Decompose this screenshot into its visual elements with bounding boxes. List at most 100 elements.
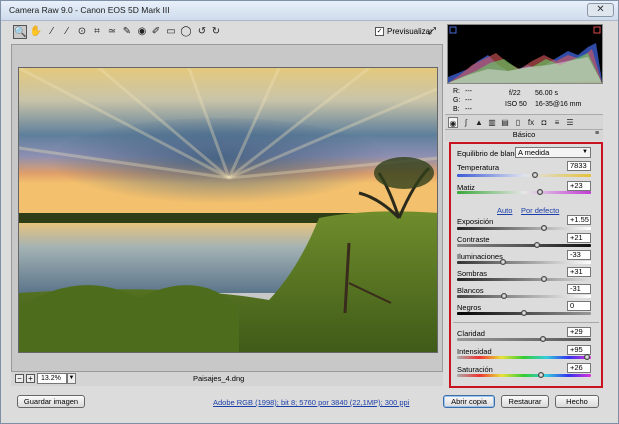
camera-raw-window: Camera Raw 9.0 - Canon EOS 5D Mark III ✕…: [0, 0, 619, 424]
preview-checkbox[interactable]: ✓: [375, 27, 384, 36]
fullscreen-icon[interactable]: ⤢: [425, 25, 439, 39]
highlights-label: Iluminaciones: [457, 252, 503, 261]
saturation-slider[interactable]: [457, 372, 591, 378]
zoom-level-field[interactable]: 13.2%: [37, 373, 67, 384]
radial-filter-icon[interactable]: ◯: [179, 25, 193, 39]
histogram: [447, 24, 603, 84]
panel-tabs: ◉ ∫ ▲ ▥ ▤ ▯ fx ◘ ≡ ☰: [445, 114, 603, 130]
exposure-field[interactable]: +1.55: [567, 215, 591, 225]
lens-value: 16-35@16 mm: [535, 101, 582, 108]
tab-presets-icon[interactable]: ≡: [552, 117, 562, 128]
default-link[interactable]: Por defecto: [521, 206, 559, 215]
whites-field[interactable]: -31: [567, 284, 591, 294]
targeted-adjustment-icon[interactable]: ⊙: [75, 25, 89, 39]
zoom-bar: − + 13.2% ▼ Paisajes_4.dng: [11, 372, 443, 386]
temperature-field[interactable]: 7833: [567, 161, 591, 171]
tab-hsl-icon[interactable]: ▥: [487, 117, 497, 128]
shutter-value: 56.00 s: [535, 90, 558, 97]
contrast-slider[interactable]: [457, 242, 591, 248]
tab-detail-icon[interactable]: ▲: [474, 117, 484, 128]
white-balance-select[interactable]: A medida ▼: [515, 147, 591, 158]
panel-menu-icon[interactable]: ≡: [595, 130, 601, 137]
tint-field[interactable]: +23: [567, 181, 591, 191]
r-label: R:: [453, 88, 460, 95]
auto-link[interactable]: Auto: [497, 206, 512, 215]
g-value: ---: [465, 97, 472, 104]
contrast-field[interactable]: +21: [567, 233, 591, 243]
clarity-field[interactable]: +29: [567, 327, 591, 337]
highlights-field[interactable]: -33: [567, 250, 591, 260]
temperature-label: Temperatura: [457, 163, 500, 172]
tab-split-toning-icon[interactable]: ▤: [500, 117, 510, 128]
temperature-slider[interactable]: [457, 172, 591, 178]
shadows-field[interactable]: +31: [567, 267, 591, 277]
rotate-left-icon[interactable]: ↺: [195, 25, 209, 39]
landscape-photo[interactable]: [18, 67, 438, 353]
tab-lens-corrections-icon[interactable]: ▯: [513, 117, 523, 128]
clarity-slider[interactable]: [457, 336, 591, 342]
aperture-value: f/22: [509, 90, 521, 97]
zoom-out-button[interactable]: −: [15, 374, 24, 383]
chevron-down-icon: ▼: [582, 149, 588, 155]
tab-basic-icon[interactable]: ◉: [448, 117, 458, 128]
zoom-dropdown-icon[interactable]: ▼: [67, 373, 76, 384]
saturation-field[interactable]: +26: [567, 363, 591, 373]
straighten-icon[interactable]: ≃: [105, 25, 119, 39]
white-balance-value: A medida: [518, 148, 550, 157]
tab-tone-curve-icon[interactable]: ∫: [461, 117, 471, 128]
g-label: G:: [453, 97, 461, 104]
whites-slider[interactable]: [457, 293, 591, 299]
red-eye-icon[interactable]: ◉: [135, 25, 149, 39]
done-button[interactable]: Hecho: [555, 395, 599, 408]
zoom-in-button[interactable]: +: [26, 374, 35, 383]
b-value: ---: [465, 106, 472, 113]
tab-camera-calibration-icon[interactable]: ◘: [539, 117, 549, 128]
highlights-slider[interactable]: [457, 259, 591, 265]
workflow-options-link[interactable]: Adobe RGB (1998); bit 8; 5760 por 3840 (…: [213, 398, 409, 407]
clarity-label: Claridad: [457, 329, 485, 338]
saturation-label: Saturación: [457, 365, 493, 374]
vibrance-slider[interactable]: [457, 354, 591, 360]
slider-thumb[interactable]: [500, 293, 507, 299]
hand-tool-icon[interactable]: ✋: [29, 25, 43, 39]
white-balance-icon[interactable]: ⁄: [45, 25, 59, 39]
rotate-right-icon[interactable]: ↻: [209, 25, 223, 39]
graduated-filter-icon[interactable]: ▭: [164, 25, 178, 39]
vibrance-label: Intensidad: [457, 347, 492, 356]
open-copy-button[interactable]: Abrir copia: [443, 395, 495, 408]
spot-removal-icon[interactable]: ✎: [120, 25, 134, 39]
tint-slider[interactable]: [457, 189, 591, 195]
title-bar: Camera Raw 9.0 - Canon EOS 5D Mark III ✕: [1, 1, 618, 21]
window-title: Camera Raw 9.0 - Canon EOS 5D Mark III: [9, 5, 170, 15]
iso-value: ISO 50: [505, 101, 527, 108]
blacks-label: Negros: [457, 303, 482, 312]
blacks-slider[interactable]: [457, 310, 591, 316]
slider-thumb[interactable]: [531, 172, 538, 178]
tab-snapshots-icon[interactable]: ☰: [565, 117, 575, 128]
whites-label: Blancos: [457, 286, 484, 295]
panel-title: Básico: [445, 130, 603, 141]
b-label: B:: [453, 106, 460, 113]
exposure-slider[interactable]: [457, 225, 591, 231]
shadows-slider[interactable]: [457, 276, 591, 282]
r-value: ---: [465, 88, 472, 95]
close-window-button[interactable]: ✕: [587, 3, 614, 17]
blacks-field[interactable]: 0: [567, 301, 591, 311]
save-image-button[interactable]: Guardar imagen: [17, 395, 85, 408]
contrast-label: Contraste: [457, 235, 490, 244]
shadows-label: Sombras: [457, 269, 488, 278]
image-preview-area: [11, 44, 443, 372]
exposure-label: Exposición: [457, 217, 494, 226]
readout-panel: R: --- G: --- B: --- f/22 56.00 s ISO 50…: [447, 85, 603, 115]
reset-button[interactable]: Restaurar: [501, 395, 549, 408]
adjustment-brush-icon[interactable]: ✐: [149, 25, 163, 39]
zoom-tool-icon[interactable]: 🔍: [13, 25, 27, 39]
color-sampler-icon[interactable]: ⁄: [60, 25, 74, 39]
section-divider: [453, 322, 599, 323]
slider-thumb[interactable]: [521, 310, 527, 316]
slider-thumb[interactable]: [539, 336, 546, 342]
crop-icon[interactable]: ⌗: [90, 25, 104, 39]
slider-thumb[interactable]: [499, 259, 506, 265]
slider-thumb[interactable]: [583, 354, 590, 360]
tab-effects-icon[interactable]: fx: [526, 117, 536, 128]
